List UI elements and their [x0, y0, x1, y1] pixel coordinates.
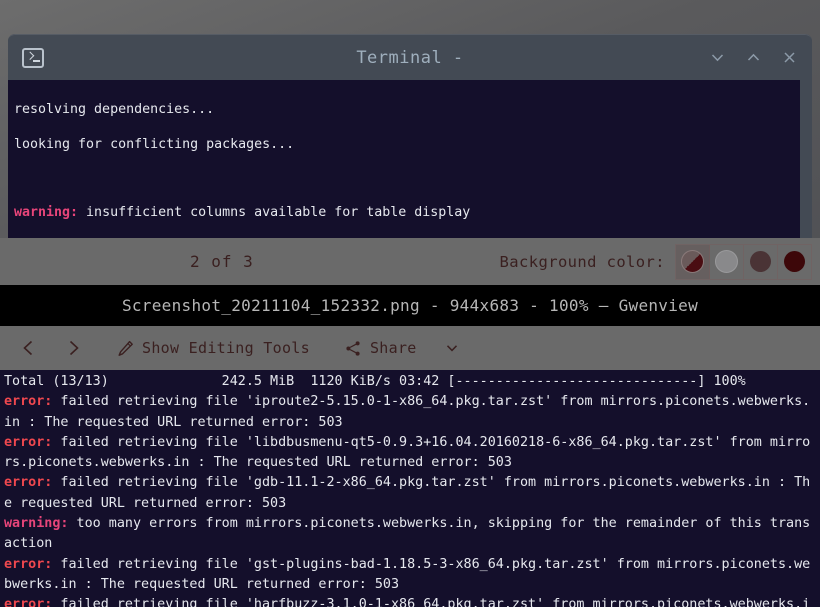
terminal-text: action	[4, 536, 53, 552]
share-button[interactable]: Share	[336, 331, 425, 365]
terminal-text: resolving dependencies...	[14, 102, 215, 118]
terminal-output-top[interactable]: resolving dependencies... looking for co…	[8, 80, 812, 238]
viewer-bottom-bar: 2 of 3 Background color:	[0, 238, 820, 285]
terminal-line: warning: insufficient columns available …	[14, 204, 812, 221]
gwenview-window: Terminal - resolving dependencies... loo…	[0, 0, 820, 607]
share-label: Share	[369, 339, 417, 357]
terminal-text: Total (13/13) 242.5 MiB 1120 KiB/s 03:42…	[4, 374, 746, 389]
error-label: error:	[4, 434, 53, 450]
terminal-text: insufficient columns available for table…	[78, 205, 471, 221]
show-editing-tools-label: Show Editing Tools	[142, 339, 310, 357]
show-editing-tools-button[interactable]: Show Editing Tools	[108, 331, 318, 365]
error-label: error:	[4, 597, 53, 607]
terminal-text: failed retrieving file 'iproute2-5.15.0-…	[52, 394, 811, 410]
page-title: Screenshot_20211104_152332.png - 944x683…	[0, 285, 820, 326]
terminal-line: resolving dependencies...	[14, 101, 812, 118]
terminal-line: rs.piconets.webwerks.in : The requested …	[4, 453, 820, 473]
terminal-line: warning: too many errors from mirrors.pi…	[4, 514, 820, 534]
terminal-line: error: failed retrieving file 'iproute2-…	[4, 392, 820, 412]
swatch-mid[interactable]	[744, 244, 778, 279]
terminal-window-title: Terminal -	[356, 47, 464, 68]
terminal-text: failed retrieving file 'gdb-11.1-2-x86_6…	[52, 475, 811, 491]
error-label: error:	[4, 556, 53, 572]
terminal-text: failed retrieving file 'harfbuzz-3.1.0-1…	[52, 597, 811, 607]
terminal-text: e requested URL returned error: 503	[4, 495, 287, 511]
terminal-scrollbar[interactable]	[800, 80, 812, 238]
terminal-text: looking for conflicting packages...	[14, 136, 295, 152]
image-view-area[interactable]: Terminal - resolving dependencies... loo…	[0, 0, 820, 285]
terminal-line: looking for conflicting packages...	[14, 136, 812, 153]
terminal-line: error: failed retrieving file 'libdbusme…	[4, 433, 820, 453]
share-dropdown-chevron-down-icon[interactable]	[435, 331, 469, 365]
terminal-line: action	[4, 534, 820, 554]
swatch-light[interactable]	[710, 244, 744, 279]
swatch-split[interactable]	[676, 244, 710, 279]
background-color-group: Background color:	[499, 243, 812, 280]
warning-label: warning:	[14, 205, 79, 221]
background-color-label: Background color:	[499, 252, 665, 271]
terminal-window: Terminal - resolving dependencies... loo…	[8, 34, 812, 238]
terminal-text: rs.piconets.webwerks.in : The requested …	[4, 455, 512, 471]
previous-image-button[interactable]	[12, 331, 46, 365]
next-image-button[interactable]	[56, 331, 90, 365]
viewer-toolbar: Show Editing Tools Share	[0, 326, 820, 370]
terminal-line: in : The requested URL returned error: 5…	[4, 413, 820, 433]
warning-label: warning:	[4, 516, 69, 532]
terminal-line: error: failed retrieving file 'gst-plugi…	[4, 555, 820, 575]
background-color-swatches	[675, 243, 812, 280]
terminal-text: too many errors from mirrors.piconets.we…	[68, 516, 811, 532]
terminal-prompt-icon	[18, 43, 48, 73]
error-label: error:	[4, 475, 53, 491]
error-label: error:	[4, 394, 53, 410]
chevron-up-icon[interactable]	[736, 41, 770, 75]
terminal-text: bwerks.in : The requested URL returned e…	[4, 576, 400, 592]
terminal-line: error: failed retrieving file 'harfbuzz-…	[4, 595, 820, 607]
window-controls	[700, 41, 806, 75]
pencil-icon	[116, 339, 135, 358]
screenshot-root: Terminal - resolving dependencies... loo…	[0, 0, 820, 607]
terminal-output-bottom[interactable]: Total (13/13) 242.5 MiB 1120 KiB/s 03:42…	[0, 370, 820, 607]
terminal-text: failed retrieving file 'gst-plugins-bad-…	[52, 556, 811, 572]
terminal-line: bwerks.in : The requested URL returned e…	[4, 575, 820, 595]
terminal-text: failed retrieving file 'libdbusmenu-qt5-…	[52, 434, 811, 450]
terminal-titlebar[interactable]: Terminal -	[8, 34, 812, 80]
page-indicator: 2 of 3	[190, 252, 254, 271]
terminal-line: error: failed retrieving file 'gdb-11.1-…	[4, 473, 820, 493]
terminal-line: Total (13/13) 242.5 MiB 1120 KiB/s 03:42…	[4, 372, 820, 392]
swatch-dark[interactable]	[778, 245, 811, 279]
chevron-down-icon[interactable]	[700, 41, 734, 75]
terminal-line: e requested URL returned error: 503	[4, 494, 820, 514]
share-icon	[344, 339, 363, 358]
terminal-text: in : The requested URL returned error: 5…	[4, 414, 343, 430]
close-icon[interactable]	[772, 41, 806, 75]
